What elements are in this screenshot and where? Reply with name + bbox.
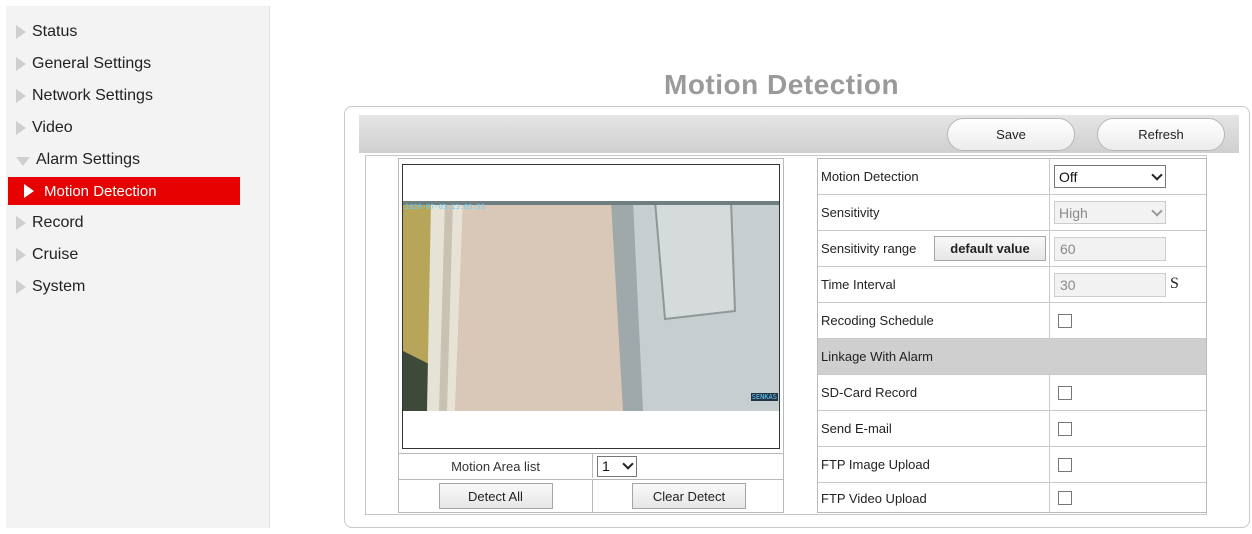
triangle-right-icon: [16, 280, 26, 294]
detect-all-cell: Detect All: [399, 480, 593, 512]
osd-label: SENKAS: [750, 393, 778, 401]
sidebar-item-status[interactable]: Status: [6, 18, 240, 46]
clear-detect-button[interactable]: Clear Detect: [632, 483, 746, 509]
recording-schedule-label: Recoding Schedule: [821, 313, 934, 328]
page-title: Motion Detection: [664, 69, 900, 100]
row-time-interval: Time Interval 30 S: [818, 267, 1206, 303]
triangle-right-icon: [16, 89, 26, 103]
chevron-down-icon: [622, 458, 634, 470]
row-sd-card-record: SD-Card Record: [818, 375, 1206, 411]
sensitivity-range-input[interactable]: 60: [1054, 237, 1166, 261]
linkage-with-alarm-header: Linkage With Alarm: [821, 349, 933, 364]
sidebar-item-general-settings[interactable]: General Settings: [6, 50, 240, 78]
camera-scene-image: [403, 201, 779, 411]
sidebar-item-label: Motion Detection: [44, 182, 157, 200]
send-email-checkbox[interactable]: [1058, 422, 1072, 436]
settings-body: 2020-07-03 13:05:55 SENKAS Motion Area l…: [365, 155, 1207, 515]
motion-area-cell: 1: [595, 454, 783, 478]
sd-card-record-checkbox[interactable]: [1058, 386, 1072, 400]
sensitivity-select[interactable]: High: [1054, 201, 1166, 224]
chevron-down-icon: [1151, 204, 1163, 217]
ftp-image-upload-value-cell: [1049, 447, 1206, 482]
clear-detect-cell: Clear Detect: [595, 480, 783, 512]
preview-section: 2020-07-03 13:05:55 SENKAS Motion Area l…: [398, 158, 784, 513]
sd-card-record-value-cell: [1049, 375, 1206, 410]
time-interval-label: Time Interval: [821, 277, 896, 292]
triangle-right-icon: [24, 184, 34, 198]
ftp-video-upload-label: FTP Video Upload: [821, 490, 927, 506]
ftp-video-upload-checkbox[interactable]: [1058, 491, 1072, 505]
ftp-image-upload-label: FTP Image Upload: [821, 457, 930, 472]
triangle-right-icon: [16, 216, 26, 230]
sidebar: Status General Settings Network Settings…: [6, 6, 270, 528]
sidebar-item-label: Video: [32, 119, 73, 136]
send-email-value-cell: [1049, 411, 1206, 446]
row-ftp-video-upload: FTP Video Upload: [818, 483, 1206, 513]
refresh-button[interactable]: Refresh: [1097, 118, 1225, 151]
sensitivity-value-cell: High: [1049, 195, 1206, 230]
sd-card-record-label: SD-Card Record: [821, 385, 918, 400]
ftp-video-upload-value-cell: [1049, 483, 1206, 513]
sidebar-item-cruise[interactable]: Cruise: [6, 241, 240, 269]
row-recording-schedule: Recoding Schedule: [818, 303, 1206, 339]
sidebar-item-label: Network Settings: [32, 87, 153, 104]
detect-buttons-row: Detect All Clear Detect: [399, 479, 783, 512]
send-email-label: Send E-mail: [821, 421, 892, 436]
motion-area-list-label: Motion Area list: [399, 454, 593, 478]
triangle-down-icon: [16, 157, 30, 166]
triangle-right-icon: [16, 121, 26, 135]
recording-schedule-value-cell: [1049, 303, 1206, 338]
sidebar-item-label: Alarm Settings: [36, 151, 141, 168]
sidebar-item-label: Cruise: [32, 246, 79, 263]
default-value-button[interactable]: default value: [934, 236, 1046, 261]
sidebar-item-record[interactable]: Record: [6, 209, 240, 237]
camera-preview[interactable]: 2020-07-03 13:05:55 SENKAS: [402, 164, 780, 449]
sidebar-item-system[interactable]: System: [6, 273, 240, 301]
triangle-right-icon: [16, 248, 26, 262]
motion-area-select[interactable]: 1: [597, 455, 637, 477]
sensitivity-value: High: [1059, 204, 1088, 221]
chevron-down-icon: [1151, 168, 1163, 181]
osd-timestamp: 2020-07-03 13:05:55: [405, 203, 486, 211]
sensitivity-range-value-cell: 60: [1049, 231, 1206, 266]
sidebar-item-network-settings[interactable]: Network Settings: [6, 82, 240, 110]
save-button[interactable]: Save: [947, 118, 1075, 151]
sidebar-item-video[interactable]: Video: [6, 114, 240, 142]
time-interval-unit: S: [1170, 275, 1179, 292]
sidebar-item-label: Status: [32, 23, 78, 40]
motion-detection-select[interactable]: Off: [1054, 165, 1166, 188]
camera-image: 2020-07-03 13:05:55 SENKAS: [403, 201, 779, 411]
motion-area-select-value: 1: [602, 458, 610, 474]
time-interval-value-cell: 30 S: [1049, 267, 1206, 302]
toolbar: Save Refresh: [359, 115, 1239, 153]
sensitivity-label: Sensitivity: [821, 205, 880, 220]
settings-table: Motion Detection Off Sensitivity High Se…: [817, 158, 1207, 513]
motion-area-row: Motion Area list 1: [399, 453, 783, 478]
sensitivity-range-label: Sensitivity range: [821, 241, 917, 256]
sidebar-item-label: Record: [32, 214, 84, 231]
sidebar-item-motion-detection[interactable]: Motion Detection: [8, 177, 240, 205]
triangle-right-icon: [16, 25, 26, 39]
sidebar-item-label: General Settings: [32, 55, 152, 72]
sidebar-item-alarm-settings[interactable]: Alarm Settings: [6, 146, 240, 174]
triangle-right-icon: [16, 57, 26, 71]
time-interval-input[interactable]: 30: [1054, 273, 1166, 297]
motion-detection-value: Off: [1059, 168, 1078, 185]
row-sensitivity-range: Sensitivity range default value 60: [818, 231, 1206, 267]
row-linkage-header: Linkage With Alarm: [818, 339, 1206, 375]
row-motion-detection: Motion Detection Off: [818, 159, 1206, 195]
detect-all-button[interactable]: Detect All: [438, 483, 553, 509]
motion-detection-value-cell: Off: [1049, 159, 1206, 194]
motion-detection-label: Motion Detection: [821, 169, 919, 184]
row-sensitivity: Sensitivity High: [818, 195, 1206, 231]
ftp-image-upload-checkbox[interactable]: [1058, 458, 1072, 472]
sidebar-item-label: System: [32, 278, 86, 295]
settings-panel: Save Refresh 2020-07-03 13:05:55 SENKAS …: [344, 106, 1250, 528]
row-send-email: Send E-mail: [818, 411, 1206, 447]
recording-schedule-checkbox[interactable]: [1058, 314, 1072, 328]
row-ftp-image-upload: FTP Image Upload: [818, 447, 1206, 483]
